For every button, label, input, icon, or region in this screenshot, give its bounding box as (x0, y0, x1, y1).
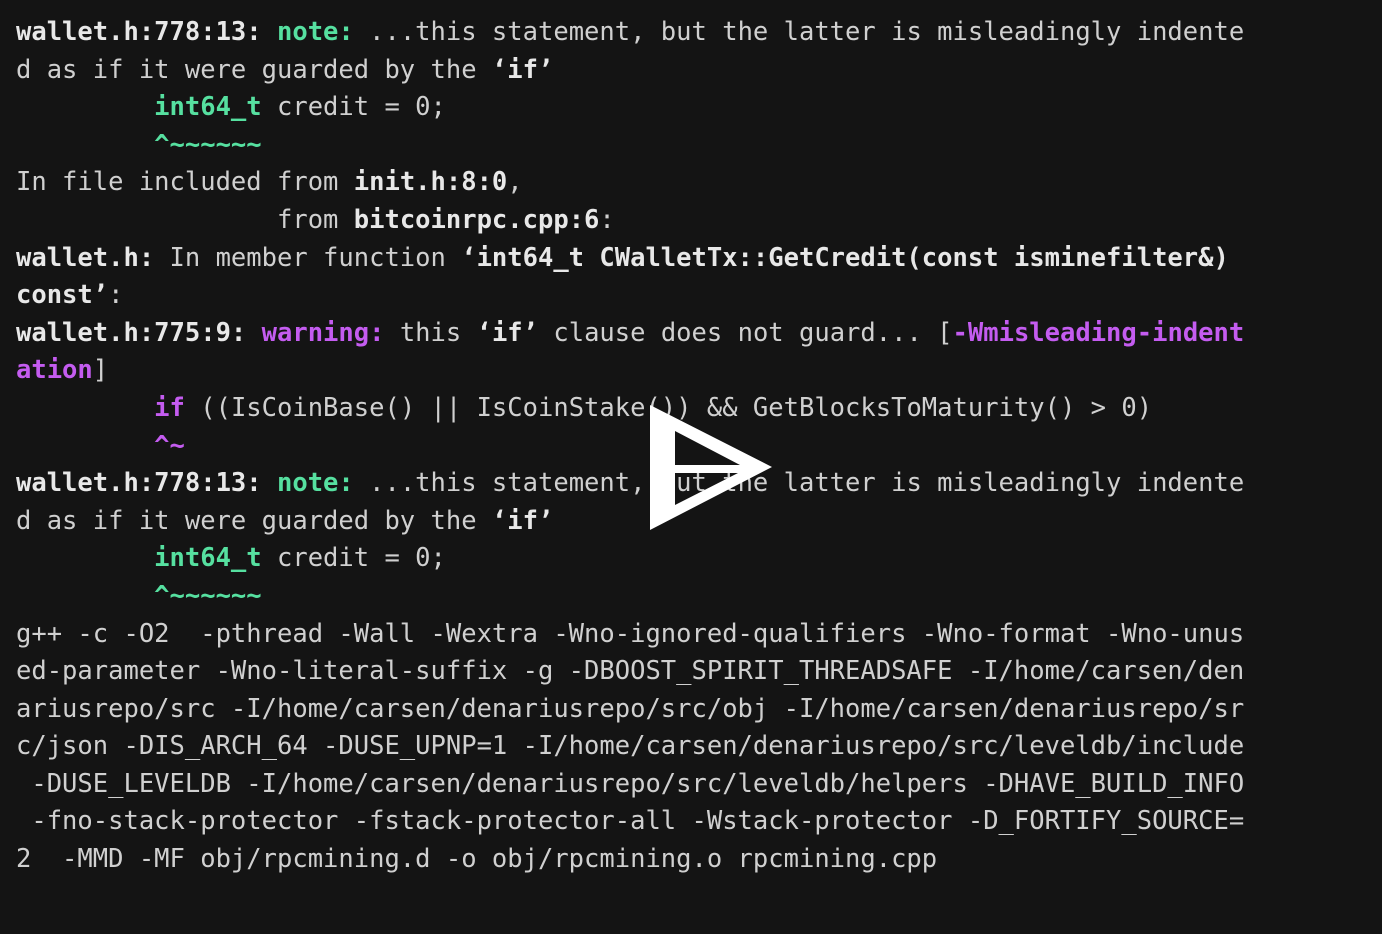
play-triangle-icon (650, 405, 772, 530)
player-overlay (0, 0, 1382, 934)
terminal-output: wallet.h:778:13: note: ...this statement… (0, 0, 1382, 934)
play-button[interactable] (645, 403, 775, 533)
